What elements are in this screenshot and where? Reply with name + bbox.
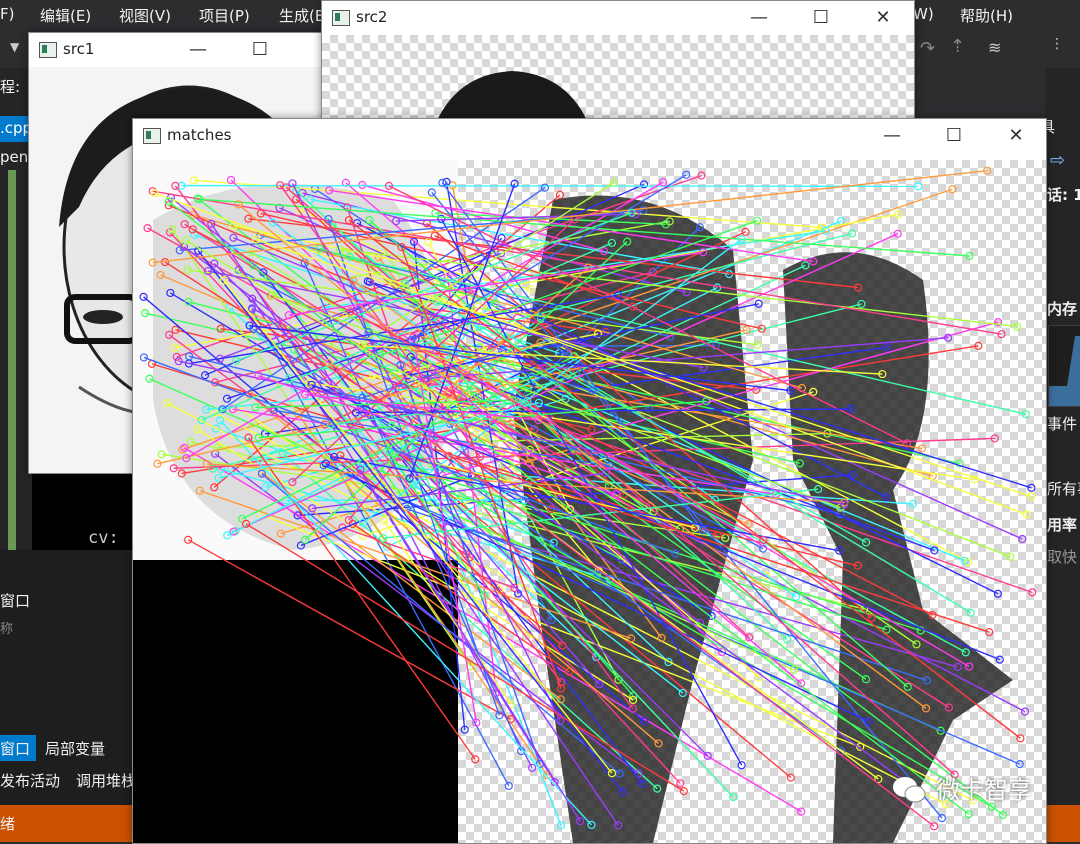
keypoint: [949, 186, 956, 193]
tab-window[interactable]: 窗口: [0, 735, 36, 761]
match-lines-overlay: [133, 160, 1046, 843]
keypoint: [1029, 589, 1036, 596]
src1-minimize-button[interactable]: —: [175, 35, 221, 65]
menu-project[interactable]: 项目(P): [199, 5, 250, 26]
matches-title: matches: [167, 126, 231, 144]
src2-title: src2: [356, 8, 387, 26]
keypoint: [556, 191, 563, 198]
memory-label: 内存 (: [1047, 298, 1080, 319]
src2-minimize-button[interactable]: —: [736, 3, 782, 33]
src2-titlebar[interactable]: src2 — ☐ ✕: [322, 1, 914, 35]
matches-canvas: [133, 160, 1046, 843]
matches-close-button[interactable]: ✕: [993, 121, 1039, 151]
menu-edit[interactable]: 编辑(E): [40, 5, 91, 26]
label-cheng: 程:: [0, 76, 20, 97]
keypoint: [1023, 511, 1030, 518]
keypoint: [994, 590, 1001, 597]
tab-locals[interactable]: 局部变量: [45, 738, 105, 759]
session-label: 话: 1: [1047, 184, 1080, 205]
src1-titlebar[interactable]: src1 — ☐: [29, 33, 329, 67]
watermark-text: 微卡智享: [936, 770, 1032, 805]
menu-help[interactable]: 帮助(H): [960, 5, 1013, 26]
output-panel: [0, 550, 135, 805]
comment-icon[interactable]: ≋: [988, 38, 1001, 57]
change-marker-bar: [8, 170, 16, 550]
all-events-label: 所有事: [1047, 478, 1080, 499]
keypoint: [683, 171, 690, 178]
menu-build[interactable]: 生成(B: [279, 5, 325, 26]
tab-publish[interactable]: 发布活动: [0, 770, 60, 791]
keypoint: [505, 782, 512, 789]
match-line: [182, 186, 919, 187]
export-icon[interactable]: ⇨: [1050, 150, 1065, 171]
keypoint: [1019, 536, 1026, 543]
window-matches[interactable]: matches — ☐ ✕: [132, 118, 1047, 844]
opencv-window-icon: [39, 42, 57, 58]
keypoint: [151, 190, 158, 197]
redo-icon[interactable]: ↷: [920, 38, 935, 59]
right-panel: [1045, 68, 1080, 805]
snapshot-label: 取快: [1047, 546, 1077, 567]
keypoint: [428, 189, 435, 196]
src1-title: src1: [63, 40, 94, 58]
status-text: 绪: [0, 813, 15, 834]
window-label: 窗口: [0, 590, 30, 611]
menu-view[interactable]: 视图(V): [119, 5, 171, 26]
keypoint: [541, 184, 548, 191]
matches-minimize-button[interactable]: —: [869, 121, 915, 151]
menu-window[interactable]: W): [913, 5, 934, 23]
right-figure-shape: [783, 252, 1013, 843]
opencv-window-icon: [143, 128, 161, 144]
upload-icon[interactable]: ⇡: [950, 36, 965, 57]
keypoint: [140, 293, 147, 300]
console-fragment: cv:: [32, 470, 132, 550]
dropdown-arrow-icon[interactable]: ▼: [10, 40, 19, 54]
matches-maximize-button[interactable]: ☐: [931, 121, 977, 151]
wechat-icon: [892, 775, 926, 805]
toolbar-overflow-icon[interactable]: ⋮: [1050, 36, 1064, 52]
memory-chart: [1048, 325, 1080, 407]
opencv-window-icon: [332, 10, 350, 26]
code-fragment: cv:: [88, 528, 119, 548]
name-label: 称: [0, 618, 13, 637]
keypoint: [140, 354, 147, 361]
menu-file[interactable]: F): [0, 5, 14, 23]
src1-maximize-button[interactable]: ☐: [237, 35, 283, 65]
src2-close-button[interactable]: ✕: [860, 3, 906, 33]
matches-titlebar[interactable]: matches — ☐ ✕: [133, 119, 1046, 153]
keypoint: [146, 375, 153, 382]
memory-graph: [1049, 326, 1080, 406]
tab-callstack[interactable]: 调用堆栈: [76, 770, 136, 791]
events-label: 事件: [1047, 413, 1077, 434]
usage-label: 用率: [1047, 514, 1077, 535]
src2-maximize-button[interactable]: ☐: [798, 3, 844, 33]
